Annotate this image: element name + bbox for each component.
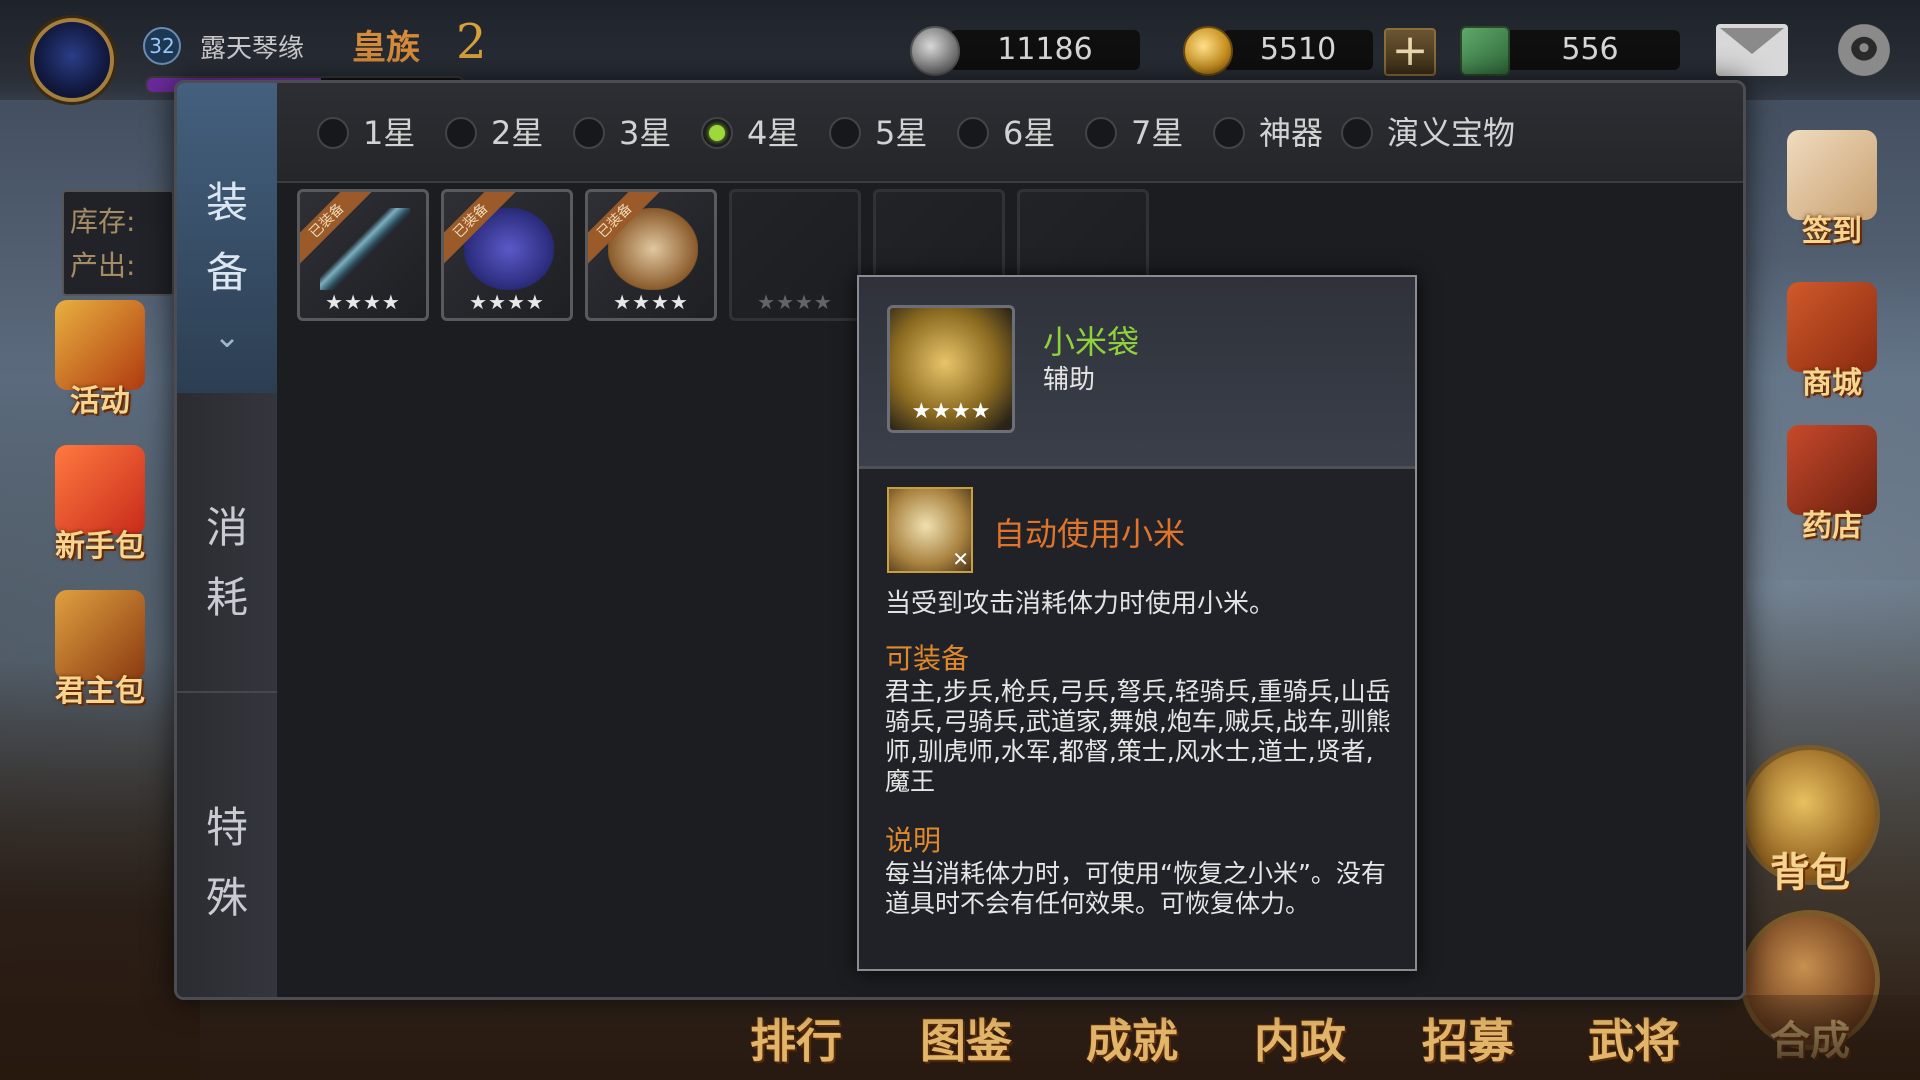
filter-label: 1星 — [363, 114, 416, 152]
millet-bag-icon: ★★★★ — [887, 305, 1015, 433]
radio-button[interactable] — [445, 117, 477, 149]
item-tooltip: ★★★★ 小米袋 辅助 ✕ 自动使用小米 当受到攻击消耗体力时使用小米。 可装备… — [857, 275, 1417, 971]
tab-equipment-char-1: 装 — [205, 178, 248, 227]
tab-consumables[interactable]: 消 耗 — [177, 473, 277, 693]
inventory-modal: 装 备 ⌄ 消 耗 特 殊 1星 2星 3星 4星 5星 6星 7星 神器 演义… — [174, 80, 1746, 1000]
jade-icon — [1460, 26, 1510, 76]
mall-button[interactable]: 商城 — [1772, 282, 1892, 402]
item-slot[interactable]: ★★★★ — [729, 189, 861, 321]
player-level-badge: 32 — [143, 27, 181, 65]
description-body: 每当消耗体力时，可使用“恢复之小米”。没有道具时不会有任何效果。可恢复体力。 — [885, 859, 1386, 918]
backpack-label: 背包 — [1770, 850, 1850, 896]
tab-equipment[interactable]: 装 备 ⌄ — [177, 83, 277, 393]
jade-amount: 556 — [1500, 30, 1680, 70]
gold-amount: 5510 — [1223, 30, 1373, 70]
lord-pack-button[interactable]: 君主包 — [40, 590, 160, 710]
radio-button[interactable] — [701, 117, 733, 149]
nav-recruit[interactable]: 招募 — [1408, 1005, 1528, 1075]
gold-coin-icon — [1183, 26, 1233, 76]
radio-button[interactable] — [573, 117, 605, 149]
equippable-title: 可装备 — [885, 642, 970, 675]
radio-button[interactable] — [1085, 117, 1117, 149]
item-slot[interactable]: 已装备 ★★★★ — [585, 189, 717, 321]
radio-button[interactable] — [957, 117, 989, 149]
rank-label: 皇族 — [352, 28, 420, 68]
radio-button[interactable] — [1341, 117, 1373, 149]
silver-coin-icon — [910, 26, 960, 76]
filter-label: 6星 — [1003, 114, 1056, 152]
nav-internal-affairs[interactable]: 内政 — [1240, 1005, 1360, 1075]
cross-mark-icon: ✕ — [952, 547, 969, 571]
filter-label: 3星 — [619, 114, 672, 152]
tab-special-char-2: 殊 — [205, 873, 248, 922]
close-icon[interactable]: ✕ — [1745, 101, 1746, 171]
activity-button[interactable]: 活动 — [40, 300, 160, 420]
star-rating: ★★★★ — [911, 399, 991, 424]
mail-icon[interactable] — [1716, 24, 1788, 76]
nav-achievements[interactable]: 成就 — [1072, 1005, 1192, 1075]
filter-label: 5星 — [875, 114, 928, 152]
nav-encyclopedia[interactable]: 图鉴 — [906, 1005, 1026, 1075]
signin-label: 签到 — [1802, 214, 1862, 249]
tab-consumables-char-1: 消 — [205, 503, 248, 552]
player-avatar[interactable] — [30, 18, 114, 102]
filter-label: 2星 — [491, 114, 544, 152]
nav-generals[interactable]: 武将 — [1574, 1005, 1694, 1075]
newbie-pack-label: 新手包 — [55, 529, 145, 564]
rank-value: 2 — [456, 14, 487, 70]
stock-label: 库存: — [70, 205, 136, 238]
signin-button[interactable]: 签到 — [1772, 130, 1892, 250]
silver-amount: 11186 — [950, 30, 1140, 70]
star-rating: ★★★★ — [613, 290, 689, 314]
item-name: 小米袋 — [1043, 323, 1140, 361]
output-label: 产出: — [70, 249, 136, 282]
tooltip-header: ★★★★ 小米袋 辅助 — [859, 277, 1415, 469]
filter-label: 7星 — [1131, 114, 1184, 152]
skill-name: 自动使用小米 — [993, 515, 1186, 553]
gear-icon[interactable]: ⚙ — [1834, 19, 1894, 80]
lord-pack-label: 君主包 — [55, 674, 145, 709]
newbie-pack-button[interactable]: 新手包 — [40, 445, 160, 565]
description-title: 说明 — [885, 824, 942, 857]
item-icon — [752, 208, 842, 290]
tab-special[interactable]: 特 殊 — [177, 773, 277, 973]
tab-equipment-char-2: 备 — [205, 248, 248, 297]
item-slot[interactable]: 已装备 ★★★★ — [297, 189, 429, 321]
millet-skill-icon: ✕ — [887, 487, 973, 573]
mall-label: 商城 — [1802, 366, 1862, 401]
filter-label: 4星 — [747, 114, 800, 152]
player-name: 露天琴缘 — [200, 34, 305, 64]
jade-currency: 556 — [1460, 26, 1680, 76]
radio-button[interactable] — [1213, 117, 1245, 149]
radio-button[interactable] — [829, 117, 861, 149]
stock-output-panel: 库存: 产出: — [62, 190, 174, 296]
tab-special-char-1: 特 — [205, 803, 248, 852]
mail-flap — [1720, 28, 1784, 54]
pharmacy-button[interactable]: 药店 — [1772, 425, 1892, 545]
skill-description: 当受到攻击消耗体力时使用小米。 — [885, 589, 1276, 619]
silver-currency: 11186 — [910, 26, 1140, 76]
gold-currency: 5510 — [1183, 26, 1383, 76]
add-gold-button[interactable]: + — [1384, 28, 1436, 76]
category-tab-column: 装 备 ⌄ 消 耗 特 殊 — [177, 83, 277, 997]
pharmacy-label: 药店 — [1802, 509, 1862, 544]
star-rating: ★★★★ — [469, 290, 545, 314]
chevron-down-icon: ⌄ — [213, 317, 241, 355]
item-slot[interactable]: 已装备 ★★★★ — [441, 189, 573, 321]
activity-label: 活动 — [70, 384, 130, 419]
filter-label: 演义宝物 — [1387, 114, 1516, 152]
tab-consumables-char-2: 耗 — [205, 573, 248, 622]
equippable-units: 君主,步兵,枪兵,弓兵,弩兵,轻骑兵,重骑兵,山岳骑兵,弓骑兵,武道家,舞娘,炮… — [885, 677, 1391, 796]
nav-ranking[interactable]: 排行 — [736, 1005, 856, 1075]
radio-button[interactable] — [317, 117, 349, 149]
filter-label: 神器 — [1259, 114, 1324, 152]
star-filter-bar: 1星 2星 3星 4星 5星 6星 7星 神器 演义宝物 ✕ — [277, 83, 1746, 183]
item-type: 辅助 — [1043, 365, 1096, 395]
star-rating: ★★★★ — [325, 290, 401, 314]
star-rating: ★★★★ — [757, 290, 833, 314]
